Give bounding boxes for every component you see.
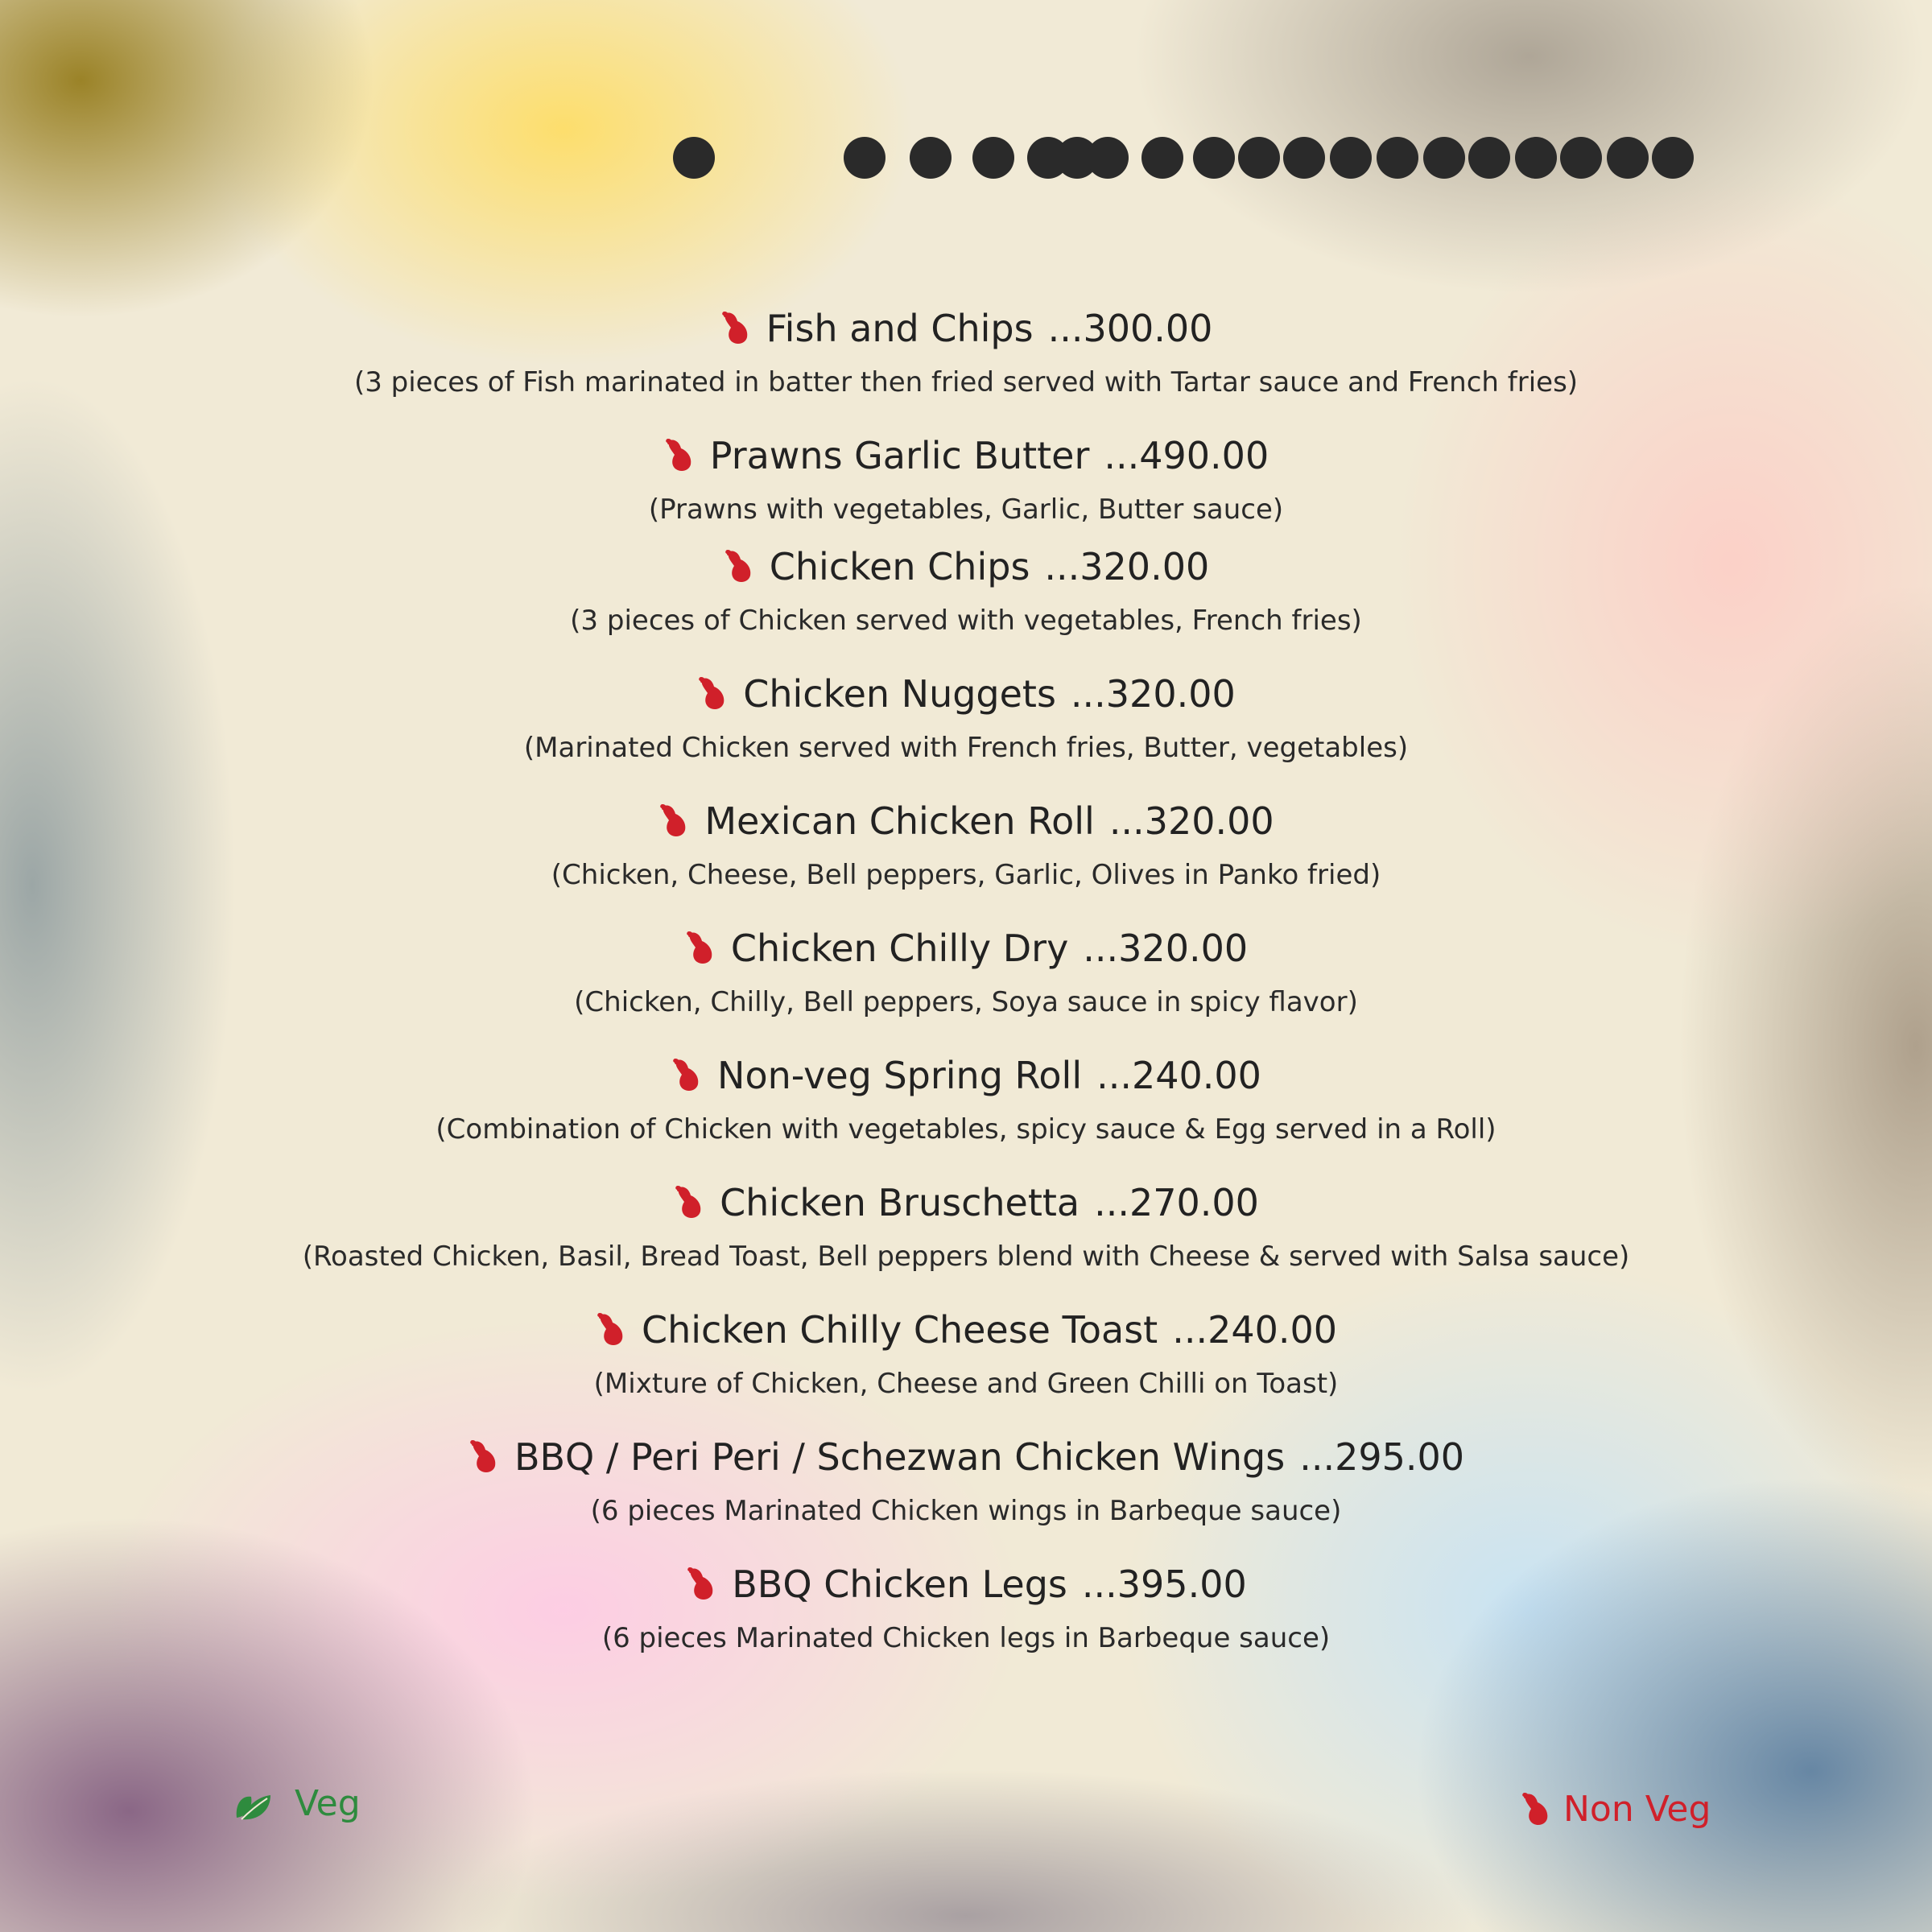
- menu-item-price: ...320.00: [1108, 799, 1274, 843]
- menu-item: BBQ / Peri Peri / Schezwan Chicken Wings…: [242, 1435, 1690, 1531]
- menu-item-price: ...320.00: [1083, 927, 1249, 970]
- menu-list: Fish and Chips ...300.00 (3 pieces of Fi…: [242, 306, 1690, 1689]
- menu-item: BBQ Chicken Legs ...395.00 (6 pieces Mar…: [242, 1562, 1690, 1658]
- menu-item-description: (6 pieces Marinated Chicken wings in Bar…: [590, 1495, 1342, 1527]
- menu-item-description: (6 pieces Marinated Chicken legs in Barb…: [601, 1622, 1331, 1654]
- menu-item-name: Chicken Chilly Dry: [730, 927, 1069, 970]
- menu-item-description: (Prawns with vegetables, Garlic, Butter …: [648, 493, 1284, 526]
- menu-item-name: Chicken Chilly Cheese Toast: [641, 1308, 1158, 1352]
- menu-item-name: BBQ / Peri Peri / Schezwan Chicken Wings: [514, 1435, 1286, 1479]
- menu-item-title: Prawns Garlic Butter ...490.00: [663, 433, 1269, 478]
- redaction-dot: [1283, 137, 1325, 179]
- menu-item-title: Chicken Bruschetta ...270.00: [673, 1180, 1259, 1225]
- menu-item-title: Mexican Chicken Roll ...320.00: [658, 799, 1274, 844]
- redaction-dot: [972, 137, 1014, 179]
- redaction-dot: [1468, 137, 1510, 179]
- menu-item-price: ...490.00: [1104, 434, 1269, 477]
- menu-item-name: Prawns Garlic Butter: [709, 434, 1090, 477]
- chicken-leg-icon: [665, 439, 691, 471]
- menu-item-name: Mexican Chicken Roll: [704, 799, 1095, 843]
- title-redacted-dots: [0, 137, 1932, 182]
- menu-item: Fish and Chips ...300.00 (3 pieces of Fi…: [242, 306, 1690, 402]
- menu-item-name: BBQ Chicken Legs: [732, 1563, 1067, 1606]
- redaction-dot: [1087, 137, 1129, 179]
- chicken-leg-icon: [597, 1313, 623, 1345]
- legend-veg: Veg: [233, 1783, 361, 1824]
- redaction-dot: [1141, 137, 1183, 179]
- chicken-leg-icon: [660, 804, 686, 836]
- redaction-dot: [1193, 137, 1235, 179]
- menu-item-title: Fish and Chips ...300.00: [720, 306, 1213, 351]
- menu-item-name: Non-veg Spring Roll: [717, 1054, 1083, 1097]
- chicken-leg-icon: [699, 677, 724, 709]
- chicken-leg-icon: [1522, 1792, 1548, 1825]
- redaction-dot: [910, 137, 952, 179]
- menu-item: Chicken Bruschetta ...270.00 (Roasted Ch…: [242, 1180, 1690, 1277]
- chicken-leg-icon: [687, 931, 712, 964]
- menu-item-description: (Marinated Chicken served with French fr…: [523, 732, 1409, 764]
- menu-item-price: ...320.00: [1070, 672, 1236, 716]
- menu-item-title: Non-veg Spring Roll ...240.00: [671, 1053, 1261, 1098]
- menu-item-price: ...295.00: [1299, 1435, 1465, 1479]
- menu-item-price: ...240.00: [1172, 1308, 1338, 1352]
- legend-non-veg: Non Veg: [1520, 1789, 1711, 1830]
- legend-veg-label: Veg: [295, 1783, 361, 1824]
- menu-item-name: Fish and Chips: [766, 307, 1034, 350]
- menu-item-title: BBQ / Peri Peri / Schezwan Chicken Wings…: [468, 1435, 1464, 1480]
- menu-item-name: Chicken Nuggets: [743, 672, 1056, 716]
- menu-item: Non-veg Spring Roll ...240.00 (Combinati…: [242, 1053, 1690, 1150]
- chicken-leg-icon: [687, 1567, 713, 1600]
- redaction-dot: [673, 137, 715, 179]
- chicken-leg-icon: [673, 1059, 699, 1091]
- redaction-dot: [1377, 137, 1418, 179]
- menu-item-price: ...320.00: [1044, 545, 1210, 588]
- menu-item-description: (Combination of Chicken with vegetables,…: [436, 1113, 1496, 1146]
- chicken-leg-icon: [470, 1440, 496, 1472]
- redaction-dot: [844, 137, 886, 179]
- menu-item-title: BBQ Chicken Legs ...395.00: [685, 1562, 1247, 1607]
- redaction-dot: [1652, 137, 1694, 179]
- menu-item: Mexican Chicken Roll ...320.00 (Chicken,…: [242, 799, 1690, 895]
- redaction-dot: [1515, 137, 1557, 179]
- menu-item-title: Chicken Nuggets ...320.00: [696, 671, 1236, 716]
- menu-item: Prawns Garlic Butter ...490.00 (Prawns w…: [242, 433, 1690, 530]
- menu-item-name: Chicken Bruschetta: [720, 1181, 1080, 1224]
- chicken-leg-icon: [721, 312, 747, 344]
- menu-item: Chicken Chilly Dry ...320.00 (Chicken, C…: [242, 926, 1690, 1022]
- redaction-dot: [1607, 137, 1649, 179]
- redaction-dot: [1423, 137, 1465, 179]
- menu-item: Chicken Chips ...320.00 (3 pieces of Chi…: [242, 544, 1690, 641]
- menu-item-description: (Chicken, Chilly, Bell peppers, Soya sau…: [574, 986, 1358, 1018]
- menu-item-price: ...395.00: [1081, 1563, 1247, 1606]
- menu-item-description: (Mixture of Chicken, Cheese and Green Ch…: [593, 1368, 1339, 1400]
- leaf-icon: [236, 1794, 270, 1820]
- menu-item-price: ...300.00: [1047, 307, 1213, 350]
- menu-item-description: (3 pieces of Chicken served with vegetab…: [570, 605, 1362, 637]
- redaction-dot: [1330, 137, 1372, 179]
- menu-item-description: (Chicken, Cheese, Bell peppers, Garlic, …: [551, 859, 1381, 891]
- menu-item-name: Chicken Chips: [769, 545, 1030, 588]
- menu-item-description: (Roasted Chicken, Basil, Bread Toast, Be…: [302, 1241, 1630, 1273]
- chicken-leg-icon: [724, 550, 751, 582]
- menu-item-title: Chicken Chilly Cheese Toast ...240.00: [595, 1307, 1337, 1352]
- menu-item-price: ...270.00: [1094, 1181, 1259, 1224]
- redaction-dot: [1560, 137, 1602, 179]
- menu-item: Chicken Chilly Cheese Toast ...240.00 (M…: [242, 1307, 1690, 1404]
- menu-item: Chicken Nuggets ...320.00 (Marinated Chi…: [242, 671, 1690, 768]
- redaction-dot: [1238, 137, 1280, 179]
- legend-non-veg-label: Non Veg: [1563, 1789, 1711, 1830]
- menu-item-title: Chicken Chilly Dry ...320.00: [684, 926, 1248, 971]
- chicken-leg-icon: [675, 1186, 701, 1218]
- menu-item-price: ...240.00: [1096, 1054, 1261, 1097]
- menu-item-description: (3 pieces of Fish marinated in batter th…: [353, 366, 1579, 398]
- menu-item-title: Chicken Chips ...320.00: [723, 544, 1209, 589]
